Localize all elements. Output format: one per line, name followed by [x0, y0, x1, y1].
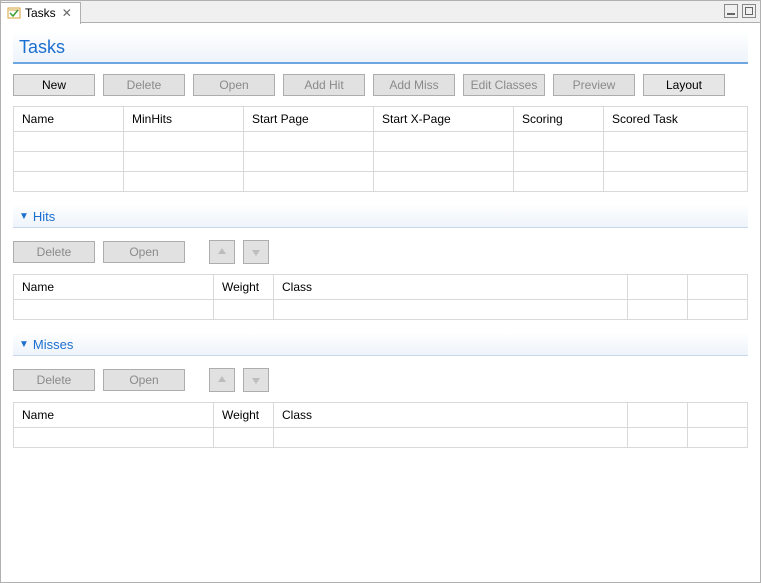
hits-toolbar: Delete Open [13, 240, 748, 264]
hits-col-blank1[interactable] [628, 275, 688, 300]
layout-button[interactable]: Layout [643, 74, 725, 96]
hits-open-button[interactable]: Open [103, 241, 185, 263]
table-row[interactable] [14, 152, 748, 172]
new-button[interactable]: New [13, 74, 95, 96]
misses-col-name[interactable]: Name [14, 403, 214, 428]
tab-tasks[interactable]: Tasks ✕ [1, 2, 81, 24]
misses-table[interactable]: Name Weight Class [13, 402, 748, 448]
misses-section-header[interactable]: ▼ Misses [13, 334, 748, 356]
edit-classes-button[interactable]: Edit Classes [463, 74, 545, 96]
move-up-icon[interactable] [209, 368, 235, 392]
misses-col-class[interactable]: Class [274, 403, 628, 428]
misses-col-weight[interactable]: Weight [214, 403, 274, 428]
col-startpage[interactable]: Start Page [244, 107, 374, 132]
open-button[interactable]: Open [193, 74, 275, 96]
tasks-icon [7, 6, 21, 20]
chevron-down-icon[interactable]: ▼ [19, 339, 29, 350]
col-minhits[interactable]: MinHits [124, 107, 244, 132]
hits-col-name[interactable]: Name [14, 275, 214, 300]
col-scoring[interactable]: Scoring [514, 107, 604, 132]
chevron-down-icon[interactable]: ▼ [19, 211, 29, 222]
tab-label: Tasks [25, 6, 56, 20]
hits-section-header[interactable]: ▼ Hits [13, 206, 748, 228]
col-name[interactable]: Name [14, 107, 124, 132]
delete-button[interactable]: Delete [103, 74, 185, 96]
move-down-icon[interactable] [243, 240, 269, 264]
tasks-table[interactable]: Name MinHits Start Page Start X-Page Sco… [13, 106, 748, 192]
col-scoredtask[interactable]: Scored Task [604, 107, 748, 132]
misses-open-button[interactable]: Open [103, 369, 185, 391]
maximize-icon[interactable] [742, 4, 756, 18]
hits-delete-button[interactable]: Delete [13, 241, 95, 263]
table-row[interactable] [14, 132, 748, 152]
tab-controls [724, 4, 756, 18]
misses-title: Misses [33, 337, 73, 352]
move-up-icon[interactable] [209, 240, 235, 264]
misses-col-blank2[interactable] [688, 403, 748, 428]
hits-col-blank2[interactable] [688, 275, 748, 300]
misses-col-blank1[interactable] [628, 403, 688, 428]
table-row[interactable] [14, 428, 748, 448]
minimize-icon[interactable] [724, 4, 738, 18]
hits-table[interactable]: Name Weight Class [13, 274, 748, 320]
close-icon[interactable]: ✕ [60, 6, 74, 20]
tab-strip: Tasks ✕ [1, 1, 760, 23]
content-area: Tasks New Delete Open Add Hit Add Miss E… [1, 23, 760, 582]
col-startxpage[interactable]: Start X-Page [374, 107, 514, 132]
page-title: Tasks [19, 37, 742, 58]
hits-col-weight[interactable]: Weight [214, 275, 274, 300]
main-toolbar: New Delete Open Add Hit Add Miss Edit Cl… [13, 74, 748, 96]
move-down-icon[interactable] [243, 368, 269, 392]
preview-button[interactable]: Preview [553, 74, 635, 96]
hits-col-class[interactable]: Class [274, 275, 628, 300]
misses-delete-button[interactable]: Delete [13, 369, 95, 391]
page-header: Tasks [13, 33, 748, 64]
table-row[interactable] [14, 172, 748, 192]
hits-title: Hits [33, 209, 55, 224]
misses-toolbar: Delete Open [13, 368, 748, 392]
tasks-view: Tasks ✕ Tasks New Delete Open Add Hit Ad… [0, 0, 761, 583]
add-miss-button[interactable]: Add Miss [373, 74, 455, 96]
add-hit-button[interactable]: Add Hit [283, 74, 365, 96]
table-row[interactable] [14, 300, 748, 320]
